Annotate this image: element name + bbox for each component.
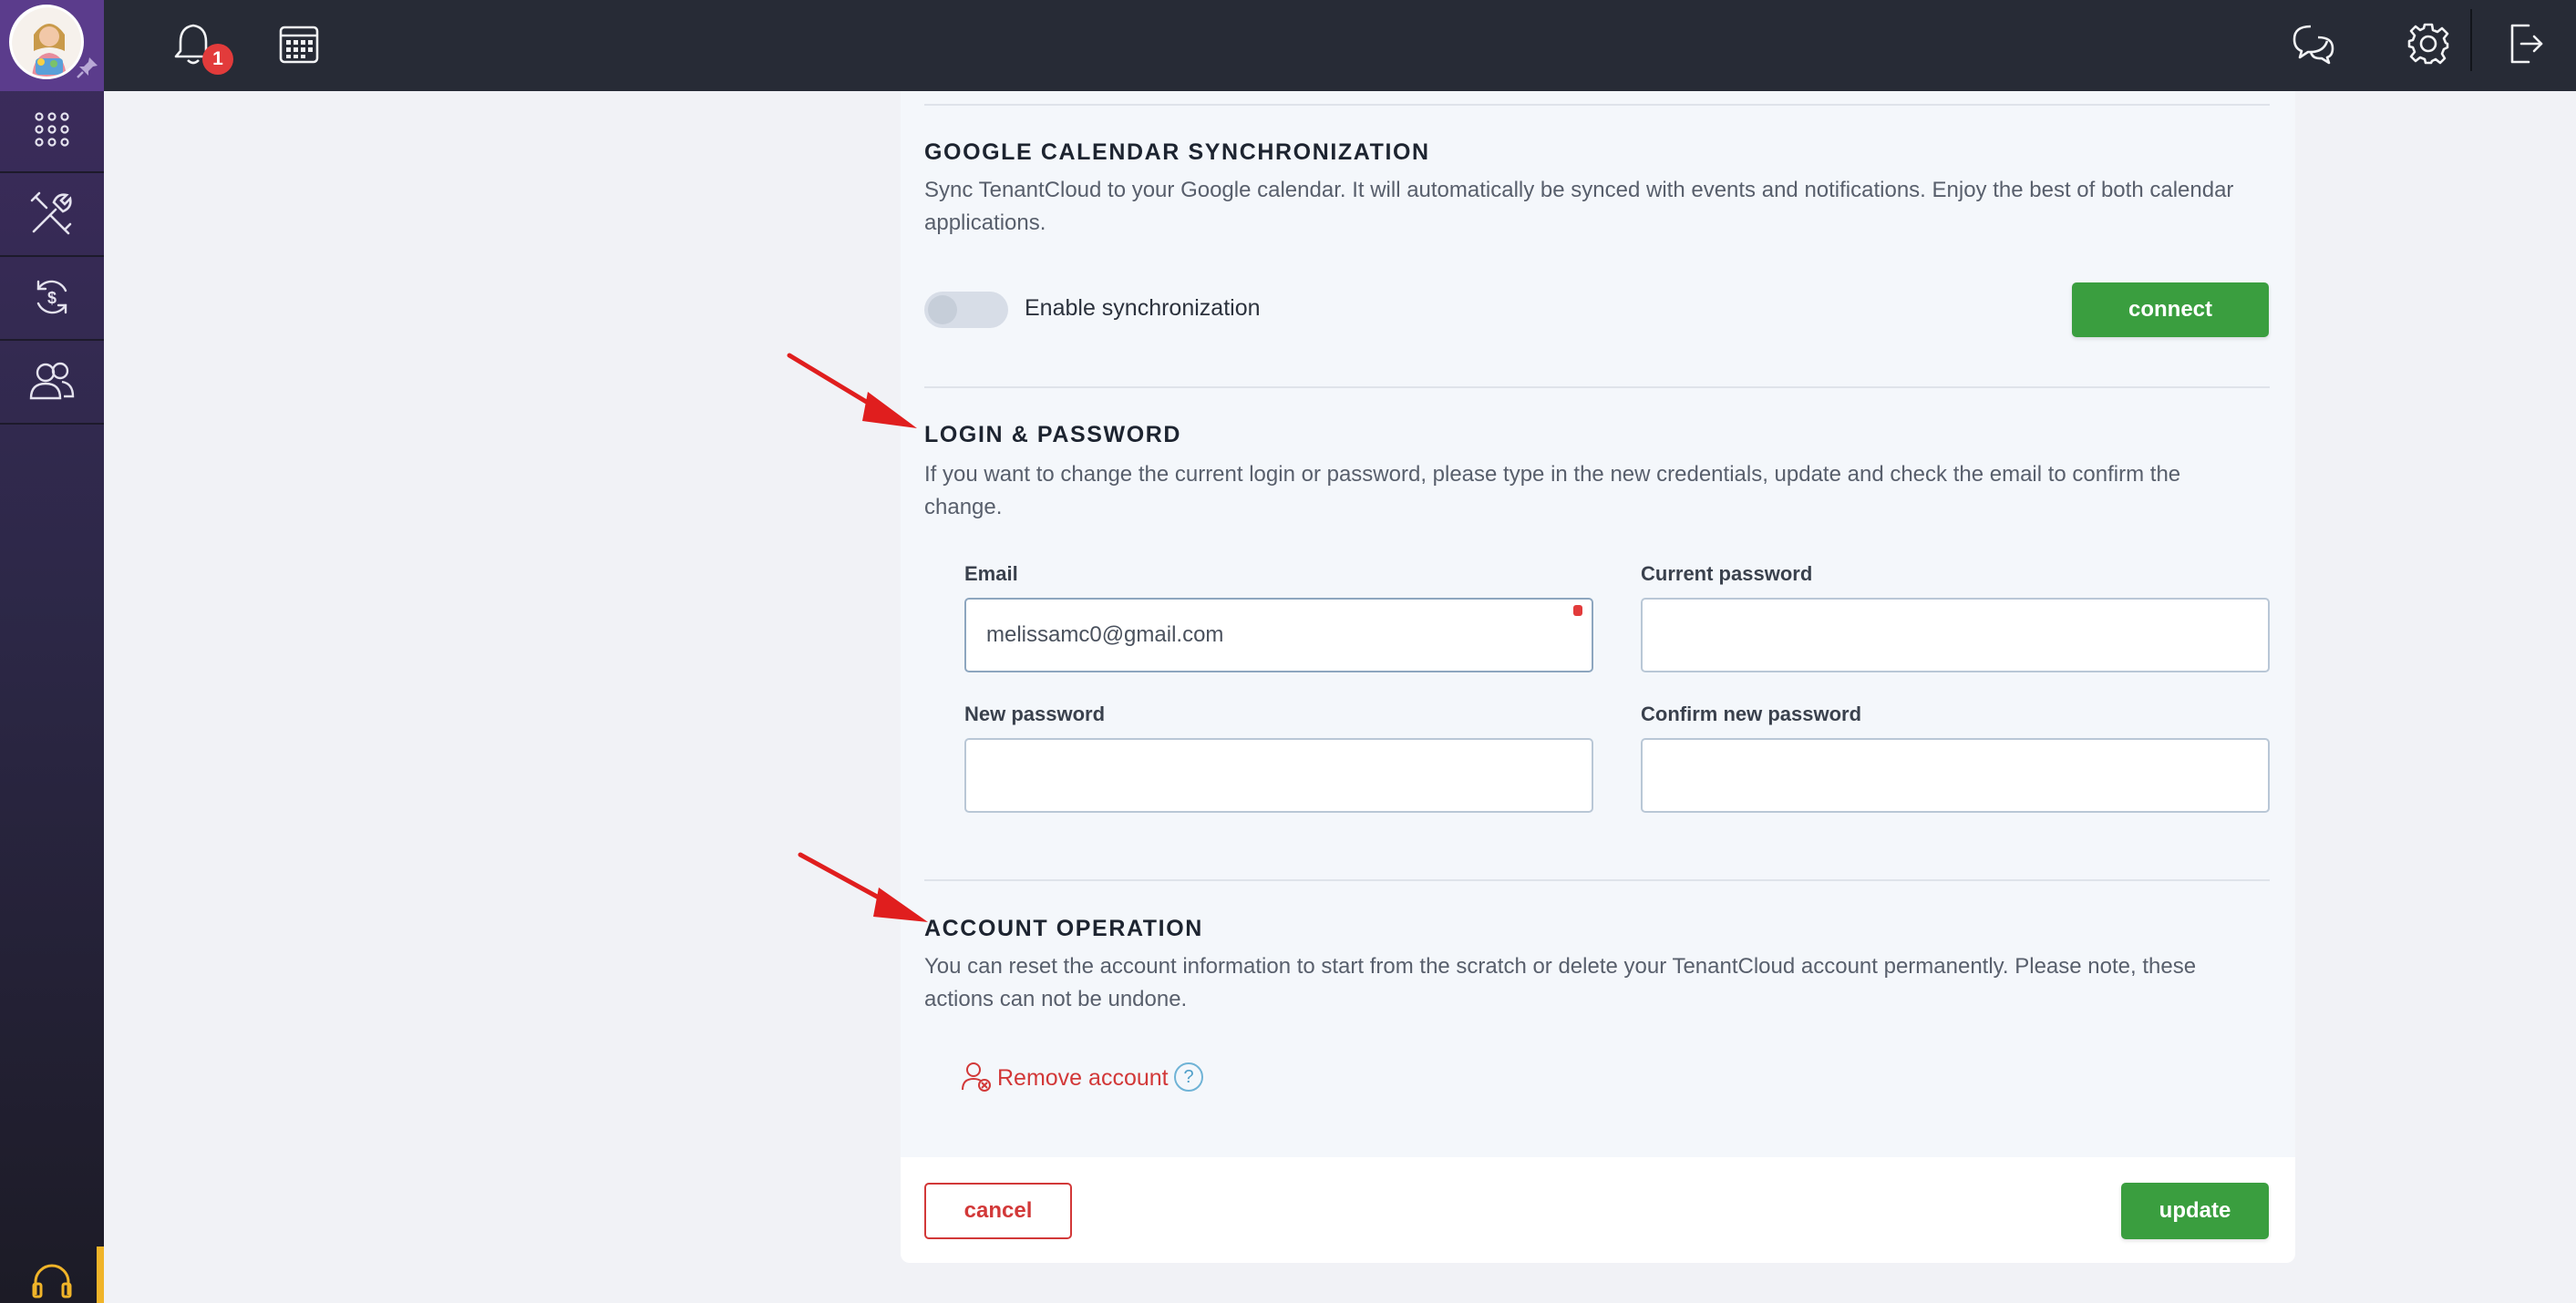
sidebar-item-payments[interactable]: $ [0,259,104,341]
pin-icon[interactable] [75,55,100,80]
account-operation-title: ACCOUNT OPERATION [924,916,1203,941]
apps-grid-icon [34,111,70,152]
divider [924,879,2270,881]
top-bar: 1 [104,0,2576,91]
current-password-field[interactable] [1641,598,2270,672]
account-operation-description: You can reset the account information to… [924,954,2197,1011]
avatar-area [0,0,104,91]
login-password-title: LOGIN & PASSWORD [924,422,1182,447]
topbar-divider [2470,9,2472,71]
chat-icon [2291,23,2336,69]
remove-account-label: Remove account [997,1065,1169,1091]
sidebar-item-tools[interactable] [0,175,104,257]
sync-toggle-label: Enable synchronization [1025,295,1261,321]
gear-icon [2406,22,2450,70]
money-refresh-icon: $ [31,276,73,323]
email-label: Email [964,562,1018,585]
calendar-button[interactable] [270,16,328,75]
help-icon[interactable]: ? [1174,1062,1203,1092]
email-field[interactable]: melissamc0@gmail.com [964,598,1593,672]
sync-toggle[interactable] [924,292,1008,328]
logout-icon [2509,22,2545,70]
remove-user-icon [961,1061,992,1096]
sidebar-item-users[interactable] [0,343,104,425]
annotation-arrow-icon [787,353,917,428]
calendar-icon [278,23,320,69]
divider [924,386,2270,388]
toggle-knob [928,295,957,324]
messages-button[interactable] [2284,16,2343,75]
card-footer [901,1157,2295,1263]
settings-button[interactable] [2399,16,2458,75]
google-calendar-title: GOOGLE CALENDAR SYNCHRONIZATION [924,139,1430,165]
update-button[interactable]: update [2121,1183,2269,1239]
users-icon [29,360,75,406]
login-password-description: If you want to change the current login … [924,462,2181,519]
avatar[interactable] [9,5,84,79]
help-accent-bar [97,1247,104,1303]
headset-icon [30,1258,74,1303]
confirm-password-label: Confirm new password [1641,703,1862,725]
divider [924,104,2270,106]
new-password-label: New password [964,703,1106,725]
connect-button[interactable]: connect [2072,282,2269,337]
current-password-label: Current password [1641,562,1813,585]
tools-icon [28,190,76,241]
svg-text:$: $ [47,289,57,307]
required-indicator [1573,605,1582,616]
confirm-password-field[interactable] [1641,738,2270,813]
annotation-arrow-icon [798,852,928,922]
sidebar-item-apps[interactable] [0,91,104,173]
cancel-button[interactable]: cancel [924,1183,1072,1239]
new-password-field[interactable] [964,738,1593,813]
remove-account-link[interactable]: Remove account [961,1061,1169,1096]
sidebar-help[interactable] [0,1247,104,1303]
google-calendar-description: Sync TenantCloud to your Google calendar… [924,178,2234,235]
notification-badge: 1 [202,44,233,75]
sidebar: $ [0,0,104,1303]
logout-button[interactable] [2498,16,2556,75]
